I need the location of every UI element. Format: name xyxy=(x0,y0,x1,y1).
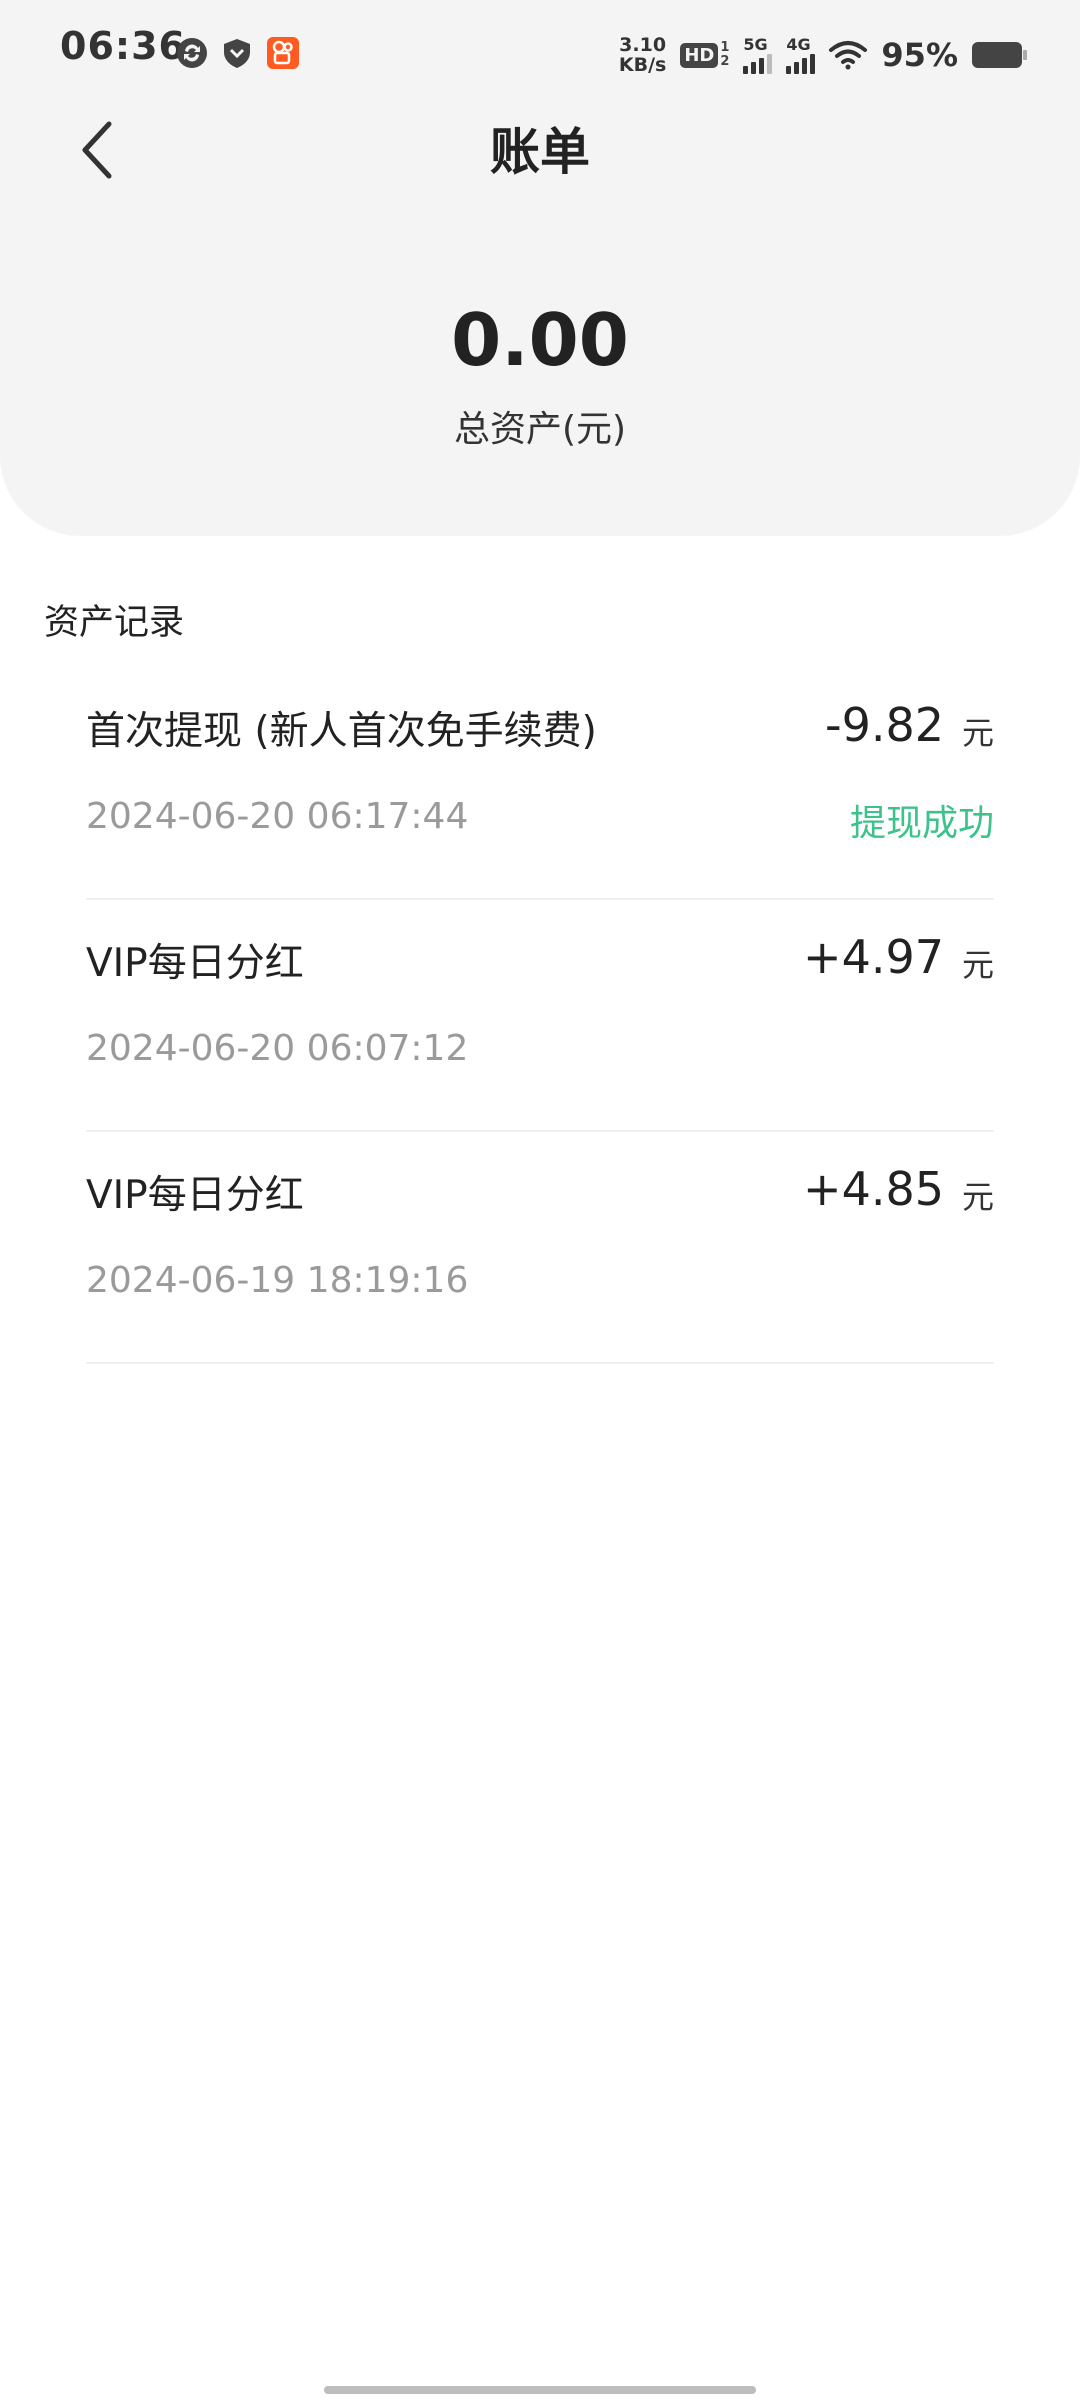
total-assets-label: 总资产(元) xyxy=(453,409,627,450)
wifi-icon xyxy=(829,41,868,70)
kuaishou-app-icon xyxy=(267,37,299,69)
list-item[interactable]: 首次提现 (新人首次免手续费) -9.82 元 2024-06-20 06:17… xyxy=(86,668,994,900)
network-speed-value: 3.10 xyxy=(619,34,667,56)
page-title: 账单 xyxy=(490,123,590,181)
battery-percent: 95% xyxy=(881,36,958,74)
signal-bars-icon xyxy=(786,54,816,74)
record-status: 提现成功 xyxy=(849,803,994,844)
record-amount: +4.85 xyxy=(803,1162,944,1216)
shield-icon xyxy=(224,39,250,68)
hd-label: HD xyxy=(680,42,719,68)
record-unit: 元 xyxy=(961,946,994,984)
signal-4g-label: 4G xyxy=(786,35,811,54)
status-time: 06:36 xyxy=(60,24,186,68)
signal-bars-icon xyxy=(743,54,773,74)
record-time: 2024-06-20 06:17:44 xyxy=(86,796,469,837)
record-title: VIP每日分红 xyxy=(86,1173,304,1218)
network-speed: 3.10 KB/s xyxy=(619,35,666,75)
asset-records-list: 首次提现 (新人首次免手续费) -9.82 元 2024-06-20 06:17… xyxy=(86,668,994,1364)
hd-sub-bottom: 2 xyxy=(720,54,730,69)
status-right-group: 3.10 KB/s HD 1 2 5G 4G 95% xyxy=(619,30,1027,80)
home-indicator[interactable] xyxy=(324,2386,756,2394)
total-assets-value: 0.00 xyxy=(451,298,629,382)
record-title: 首次提现 (新人首次免手续费) xyxy=(86,709,597,754)
battery-icon xyxy=(972,42,1027,68)
hd-voice-badge: HD 1 2 xyxy=(680,41,729,69)
record-unit: 元 xyxy=(961,1178,994,1216)
list-item[interactable]: VIP每日分红 +4.85 元 2024-06-19 18:19:16 xyxy=(86,1132,994,1364)
record-time: 2024-06-20 06:07:12 xyxy=(86,1028,469,1069)
record-title: VIP每日分红 xyxy=(86,941,304,986)
record-amount: +4.97 xyxy=(803,930,944,984)
signal-5g-label: 5G xyxy=(743,35,768,54)
section-title: 资产记录 xyxy=(44,603,185,643)
hd-sub-top: 1 xyxy=(720,40,730,55)
network-speed-unit: KB/s xyxy=(618,54,667,76)
record-unit: 元 xyxy=(961,714,994,752)
signal-4g: 4G xyxy=(786,35,816,74)
status-bar: 06:36 3.10 KB/s HD 1 2 5G 4G 95% xyxy=(0,0,1080,104)
signal-5g: 5G xyxy=(743,35,773,74)
record-amount: -9.82 xyxy=(824,698,944,752)
sync-icon xyxy=(177,38,207,68)
record-time: 2024-06-19 18:19:16 xyxy=(86,1260,469,1301)
list-item[interactable]: VIP每日分红 +4.97 元 2024-06-20 06:07:12 xyxy=(86,900,994,1132)
